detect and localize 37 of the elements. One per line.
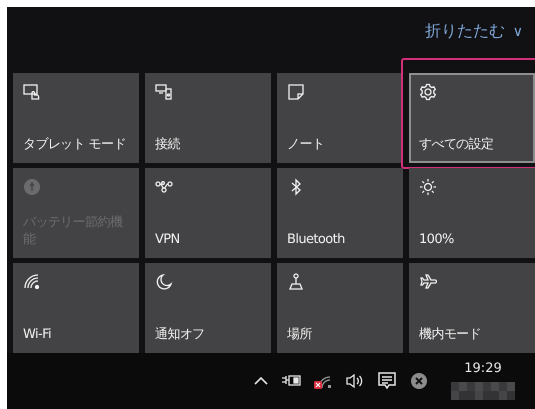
moon-icon [155, 272, 173, 291]
location-pin-icon [287, 272, 305, 291]
tile-label: タブレット モード [23, 136, 127, 153]
tile-label: 100% [419, 230, 455, 248]
quick-action-tile[interactable]: Wi-Fi [13, 262, 139, 353]
chevron-down-icon: ∨ [512, 24, 523, 40]
blurred-date-drawing [451, 382, 515, 400]
quick-action-tile[interactable]: 100% [409, 168, 535, 258]
tile-label: 接続 [155, 136, 181, 153]
tile-label: 通知オフ [155, 326, 206, 343]
airplane-icon [419, 272, 437, 291]
settings-icon [419, 82, 437, 101]
quick-action-tile[interactable]: タブレット モード [13, 72, 139, 163]
tile-label: 機内モード [419, 326, 482, 343]
quick-action-tile[interactable]: すべての設定 [409, 72, 535, 163]
quick-action-tile[interactable]: Bluetooth [277, 168, 403, 258]
tablet-touch-icon [23, 82, 41, 101]
sun-icon [419, 178, 437, 196]
tile-label: VPN [155, 230, 181, 248]
quick-action-tile[interactable]: 接続 [145, 72, 271, 163]
quick-action-tile[interactable]: 機内モード [409, 262, 535, 353]
devices-icon [155, 82, 173, 101]
quick-action-tile[interactable]: ノート [277, 72, 403, 163]
tile-label: 場所 [287, 326, 313, 343]
note-icon [287, 82, 305, 101]
wifi-icon [23, 272, 41, 291]
notification-icon[interactable] [377, 370, 397, 391]
tile-label: すべての設定 [419, 136, 494, 153]
quick-action-tile[interactable]: VPN [145, 168, 271, 258]
clock-time[interactable]: 19:29 [464, 361, 502, 376]
collapse-link[interactable]: 折りたたむ ∨ [424, 21, 523, 42]
close-circle-icon[interactable] [409, 370, 429, 391]
quick-action-tile[interactable]: 場所 [277, 262, 403, 353]
quick-action-tile[interactable]: 通知オフ [145, 262, 271, 353]
tile-label: Bluetooth [287, 230, 346, 248]
tile-label: Wi-Fi [23, 326, 52, 343]
tile-label: ノート [287, 136, 326, 153]
